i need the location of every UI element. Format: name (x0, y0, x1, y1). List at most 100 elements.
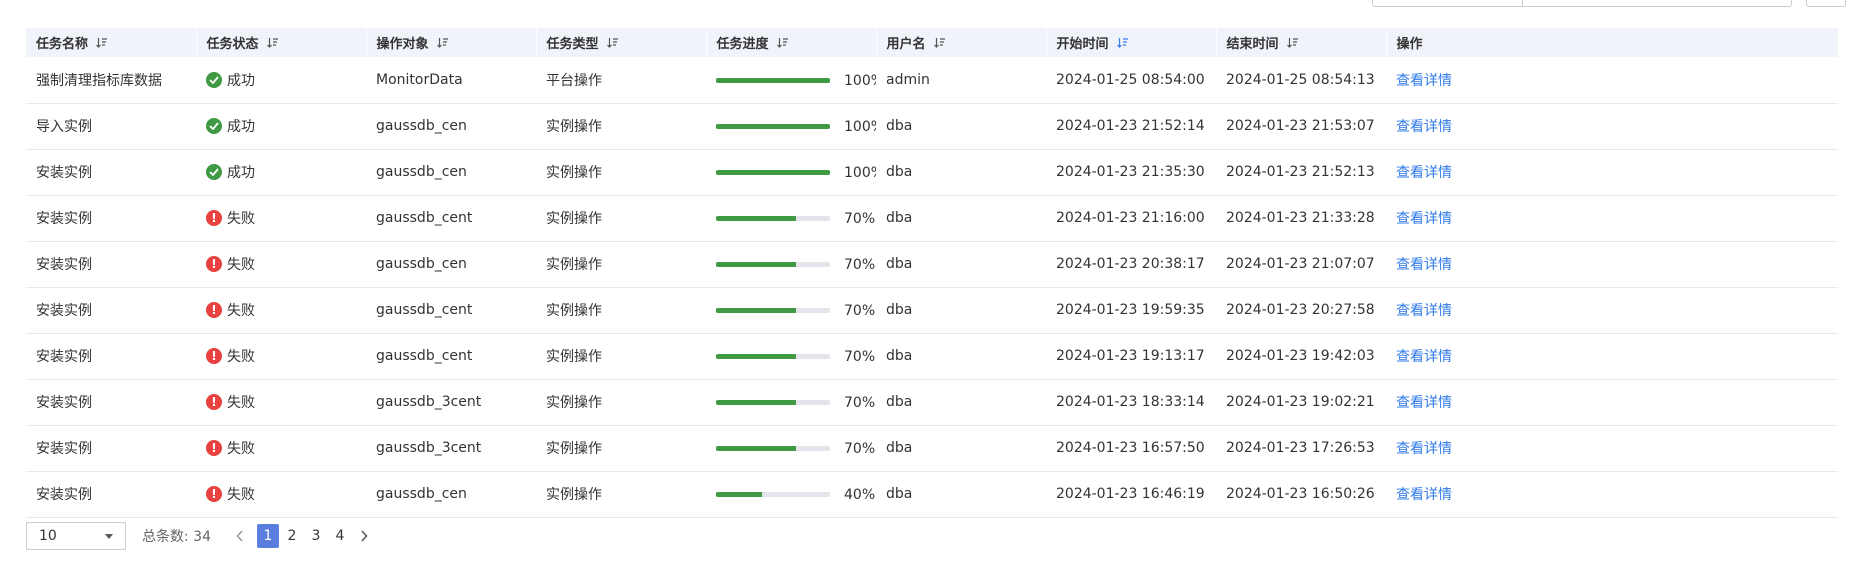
cell-task-name: 安装实例 (36, 349, 92, 365)
page-size-select[interactable]: 10 (26, 522, 126, 550)
cell-target: gaussdb_3cent (376, 394, 482, 410)
view-details-link[interactable]: 查看详情 (1396, 119, 1452, 135)
column-header[interactable]: 任务进度 (706, 28, 877, 57)
view-details-link[interactable]: 查看详情 (1396, 257, 1452, 273)
progress-bar (716, 78, 830, 83)
toolbar-button-bottom-edge[interactable] (1806, 0, 1846, 7)
cell-start-time: 2024-01-23 21:16:00 (1056, 210, 1205, 226)
cell-task-name: 安装实例 (36, 395, 92, 411)
cell-end-time: 2024-01-23 21:07:07 (1226, 256, 1375, 272)
sort-icon[interactable] (606, 37, 619, 52)
progress-fill (716, 262, 796, 268)
progress: 100% (716, 165, 876, 181)
cell-user: dba (886, 256, 913, 272)
table-row: 导入实例 成功 gaussdb_cen 实例操作 100% dba 2024-01-23 2… (26, 103, 1838, 149)
table-row: 安装实例! 失败 gaussdb_3cent 实例操作 70% dba 2024-01-23… (26, 425, 1838, 471)
status-badge: ! 失败 (206, 300, 255, 320)
cell-task-name: 安装实例 (36, 257, 92, 273)
column-header[interactable]: 任务状态 (196, 28, 367, 57)
view-details-link[interactable]: 查看详情 (1396, 395, 1452, 411)
progress-text: 70% (844, 256, 876, 273)
error-exclamation-icon: ! (206, 486, 222, 502)
cell-end-time: 2024-01-23 19:02:21 (1226, 394, 1375, 410)
cell-end-time: 2024-01-23 16:50:26 (1226, 486, 1375, 502)
sort-icon[interactable] (96, 37, 108, 52)
cell-start-time: 2024-01-23 16:46:19 (1056, 486, 1205, 502)
error-exclamation-icon: ! (206, 256, 222, 272)
column-header[interactable]: 开始时间 (1046, 28, 1217, 57)
view-details-link[interactable]: 查看详情 (1396, 165, 1452, 181)
page-number-button[interactable]: 1 (257, 524, 279, 548)
cell-task-name: 安装实例 (36, 211, 92, 227)
cell-target: gaussdb_3cent (376, 440, 482, 456)
cell-action: 查看详情 (1386, 241, 1838, 287)
success-check-icon (206, 71, 222, 88)
status-text: 成功 (227, 165, 255, 181)
table-row: 安装实例! 失败 gaussdb_cent 实例操作 70% dba 2024-01-23 … (26, 195, 1838, 241)
search-input-divider (1522, 0, 1523, 7)
table-row: 安装实例! 失败 gaussdb_3cent 实例操作 70% dba 2024-01-23… (26, 379, 1838, 425)
column-header[interactable]: 结束时间 (1216, 28, 1387, 57)
column-header[interactable]: 任务类型 (536, 28, 707, 57)
cell-target: gaussdb_cen (376, 256, 467, 272)
status-badge: 成功 (206, 116, 255, 136)
page-number-button[interactable]: 4 (329, 524, 351, 548)
progress: 70% (716, 395, 875, 411)
sort-icon[interactable] (436, 37, 449, 52)
cell-end-time: 2024-01-23 21:33:28 (1226, 210, 1375, 226)
cell-start-time: 2024-01-23 21:52:14 (1056, 118, 1205, 134)
sort-icon[interactable] (933, 37, 946, 52)
status-badge: ! 失败 (206, 392, 255, 412)
view-details-link[interactable]: 查看详情 (1396, 73, 1452, 89)
column-header[interactable]: 任务名称 (26, 28, 197, 57)
caret-down-icon (105, 533, 113, 539)
cell-status: ! 失败 (196, 425, 366, 471)
view-details-link[interactable]: 查看详情 (1396, 441, 1452, 457)
cell-status: ! 失败 (196, 471, 366, 517)
progress-fill (716, 170, 830, 176)
view-details-link[interactable]: 查看详情 (1396, 487, 1452, 503)
view-details-link[interactable]: 查看详情 (1396, 303, 1452, 319)
progress-fill (716, 400, 796, 406)
status-text: 失败 (227, 211, 255, 227)
page-number-button[interactable]: 3 (305, 524, 327, 548)
cell-status: 成功 (196, 57, 366, 103)
view-details-link[interactable]: 查看详情 (1396, 211, 1452, 227)
cell-action: 查看详情 (1386, 333, 1838, 379)
page-number-button[interactable]: 2 (281, 524, 303, 548)
chevron-right-icon[interactable] (357, 529, 371, 543)
table-row: 安装实例! 失败 gaussdb_cen 实例操作 70% dba 2024-01-23 2… (26, 241, 1838, 287)
cell-action: 查看详情 (1386, 57, 1838, 103)
progress-text: 70% (844, 302, 876, 319)
cell-status: 成功 (196, 103, 366, 149)
column-header-label: 结束时间 (1226, 37, 1279, 52)
sort-icon[interactable] (1116, 37, 1129, 52)
sort-icon[interactable] (266, 37, 279, 52)
column-header[interactable]: 操作对象 (366, 28, 537, 57)
progress-text: 100% (844, 164, 876, 181)
status-badge: 成功 (206, 70, 255, 90)
cell-task-type: 实例操作 (546, 119, 602, 135)
success-check-icon (206, 164, 222, 180)
cell-user: dba (886, 210, 913, 226)
progress-text: 40% (844, 486, 876, 503)
cell-target: gaussdb_cent (376, 302, 473, 318)
sort-icon[interactable] (776, 37, 789, 52)
table-row: 安装实例! 失败 gaussdb_cen 实例操作 40% dba 2024-01-23 1… (26, 471, 1838, 517)
total-count: 总条数: 34 (142, 526, 211, 546)
progress-text: 70% (844, 440, 876, 457)
column-header-label: 任务类型 (546, 37, 599, 52)
sort-icon[interactable] (1286, 37, 1299, 52)
view-details-link[interactable]: 查看详情 (1396, 349, 1452, 365)
progress: 40% (716, 487, 875, 503)
cell-task-name: 安装实例 (36, 441, 92, 457)
error-exclamation-icon: ! (206, 348, 222, 364)
chevron-left-icon[interactable] (233, 529, 247, 543)
cell-action: 查看详情 (1386, 379, 1838, 425)
progress: 100% (716, 119, 876, 135)
search-input-bottom-edge[interactable] (1372, 0, 1792, 7)
status-text: 失败 (227, 257, 255, 273)
column-header[interactable]: 用户名 (876, 28, 1047, 57)
status-badge: ! 失败 (206, 346, 255, 366)
progress-text: 100% (844, 118, 876, 135)
